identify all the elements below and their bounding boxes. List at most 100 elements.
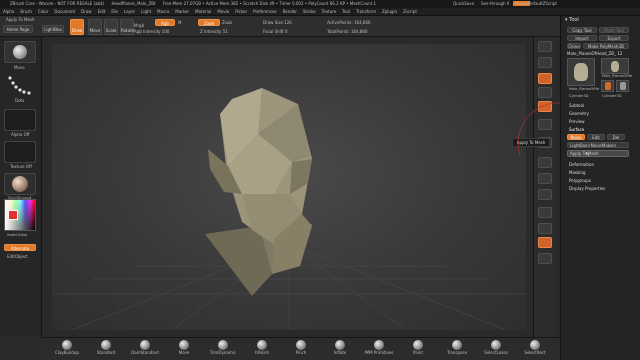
import-button[interactable]: Import [567,35,597,41]
menu-item-alpha[interactable]: Alpha [3,9,14,14]
rotate-mode-button[interactable]: Rotate [120,19,134,35]
rotate-view-button[interactable] [538,189,552,200]
menu-item-transform[interactable]: Transform [356,9,376,14]
draw-button[interactable]: Draw [70,19,84,35]
menu-item-layer[interactable]: Layer [124,9,135,14]
apply-to-mesh-button[interactable]: Apply To Mesh [567,150,629,157]
tool-thumbnail-main[interactable] [567,58,595,86]
thumb2-label: Male_PlanesOfHe [602,74,633,78]
shelf-brush-damstandard[interactable]: DamStandard [128,340,162,360]
menu-item-brush[interactable]: Brush [20,9,32,14]
shelf-brush-hpolish[interactable]: hPolish [245,340,279,360]
menu-item-zscript[interactable]: Zscript [403,9,417,14]
scale-mode-button[interactable]: Scale [104,19,118,35]
subtool-section[interactable]: Subtool [569,103,584,108]
material-thumbnail[interactable] [4,173,36,195]
xpose-button[interactable] [538,253,552,264]
shelf-brush-paint[interactable]: Paint [401,340,435,360]
export-button[interactable]: Export [599,35,629,41]
shelf-brush-claybuildup[interactable]: ClayBuildup [50,340,84,360]
brush-sphere-icon [413,340,423,350]
shelf-brush-selectrect[interactable]: SelectRect [518,340,552,360]
viewport[interactable] [52,44,526,331]
menu-item-tool[interactable]: Tool [342,9,350,14]
zadd-toggle[interactable]: Zadd [198,19,220,26]
copy-tool-button[interactable]: Copy Tool [567,27,597,33]
shelf-brush-selectlasso[interactable]: SelectLasso [479,340,513,360]
menu-item-preferences[interactable]: Preferences [253,9,277,14]
tool-thumbnail-2[interactable] [601,58,629,74]
menu-item-picker[interactable]: Picker [235,9,247,14]
document-canvas[interactable] [52,44,526,331]
move-mode-button[interactable]: Move [88,19,102,35]
zsub-toggle[interactable]: Zsub [222,20,232,25]
menu-item-light[interactable]: Light [141,9,151,14]
alpha-thumbnail[interactable] [4,109,36,131]
clone-button[interactable]: Clone [567,43,581,49]
solo-button[interactable] [538,237,552,248]
menu-item-stroke[interactable]: Stroke [303,9,316,14]
main-color-swatch[interactable] [8,210,18,220]
m-toggle[interactable]: M [178,20,181,25]
shelf-brush-trimdynamic[interactable]: TrimDynamic [206,340,240,360]
see-through-slider[interactable]: See-through 0 [481,1,509,6]
paste-tool-button[interactable]: Paste Tool [599,27,629,33]
head-model[interactable] [205,88,312,296]
menu-item-macro[interactable]: Macro [157,9,169,14]
menu-item-texture[interactable]: Texture [322,9,337,14]
z-intensity-slider[interactable]: Z Intensity 51 [200,29,228,34]
brush-sphere-icon [530,340,540,350]
menu-item-draw[interactable]: Draw [81,9,91,14]
rgb-toggle[interactable]: Rgb [155,19,175,26]
alternate-button[interactable]: Alternate [4,244,36,251]
menu-item-movie[interactable]: Movie [217,9,229,14]
preview-section[interactable]: Preview [569,119,585,124]
make-polymesh-button[interactable]: Make PolyMesh3D [583,43,629,49]
masking-section[interactable]: Masking [569,170,586,175]
mrgb-toggle[interactable]: Mrgb [134,23,144,28]
home-page-button[interactable]: Home Page [3,25,33,33]
shelf-brush-standard[interactable]: Standard [89,340,123,360]
menu-item-render[interactable]: Render [283,9,297,14]
display-properties-section[interactable]: Display Properties [569,186,605,191]
del-noise-button[interactable]: Del [607,134,625,140]
shelf-brush-inflate[interactable]: Inflate [323,340,357,360]
polyf-button[interactable] [538,207,552,218]
menu-item-document[interactable]: Document [54,9,75,14]
tool-thumbnail-4[interactable] [616,80,629,92]
polygroups-section[interactable]: Polygroups [569,178,591,183]
cylinder-icon-2 [619,82,626,90]
surface-section[interactable]: Surface [569,127,584,132]
texture-label: Texture Off [10,164,32,169]
focal-shift-slider[interactable]: Focal Shift 0 [263,29,288,34]
menu-item-zplugin[interactable]: Zplugin [382,9,397,14]
menu-item-color[interactable]: Color [38,9,48,14]
lightbox-noisemakers-button[interactable]: LightBox>NoiseMakers [567,142,629,148]
geometry-section[interactable]: Geometry [569,111,589,116]
edit-noise-button[interactable]: Edit [587,134,605,140]
menu-item-edit[interactable]: Edit [98,9,106,14]
draw-size-slider[interactable]: Draw Size 126 [263,20,292,25]
noise-button[interactable]: Noise [567,134,585,140]
shelf-brush-pinch[interactable]: Pinch [284,340,318,360]
menu-item-marker[interactable]: Marker [175,9,189,14]
shelf-brush-imm-primitives[interactable]: IMM Primitives [362,340,396,360]
quicksave-button[interactable]: QuickSave [453,1,474,6]
transp-button[interactable] [538,223,552,234]
shelf-brush-transpose[interactable]: Transpose [440,340,474,360]
current-tool-name[interactable]: Male_PlanesOfHead_ZB_ 12 [567,51,629,57]
default-zscript-button[interactable]: DefaultZScript [528,1,557,6]
tool-thumbnail-3[interactable] [601,80,614,92]
lightbox-button[interactable]: LightBox [42,25,64,33]
spix-button[interactable] [538,57,552,68]
brush-thumbnail[interactable] [4,41,36,63]
menu-item-file[interactable]: File [111,9,118,14]
stroke-thumbnail[interactable] [4,73,36,97]
texture-thumbnail[interactable] [4,141,36,163]
shelf-brush-move[interactable]: Move [167,340,201,360]
menu-item-material[interactable]: Material [195,9,211,14]
bpr-button[interactable] [538,41,552,52]
rgb-intensity-slider[interactable]: Rgb Intensity 100 [134,29,169,34]
persp-button[interactable] [538,73,552,84]
deformation-section[interactable]: Deformation [569,162,594,167]
